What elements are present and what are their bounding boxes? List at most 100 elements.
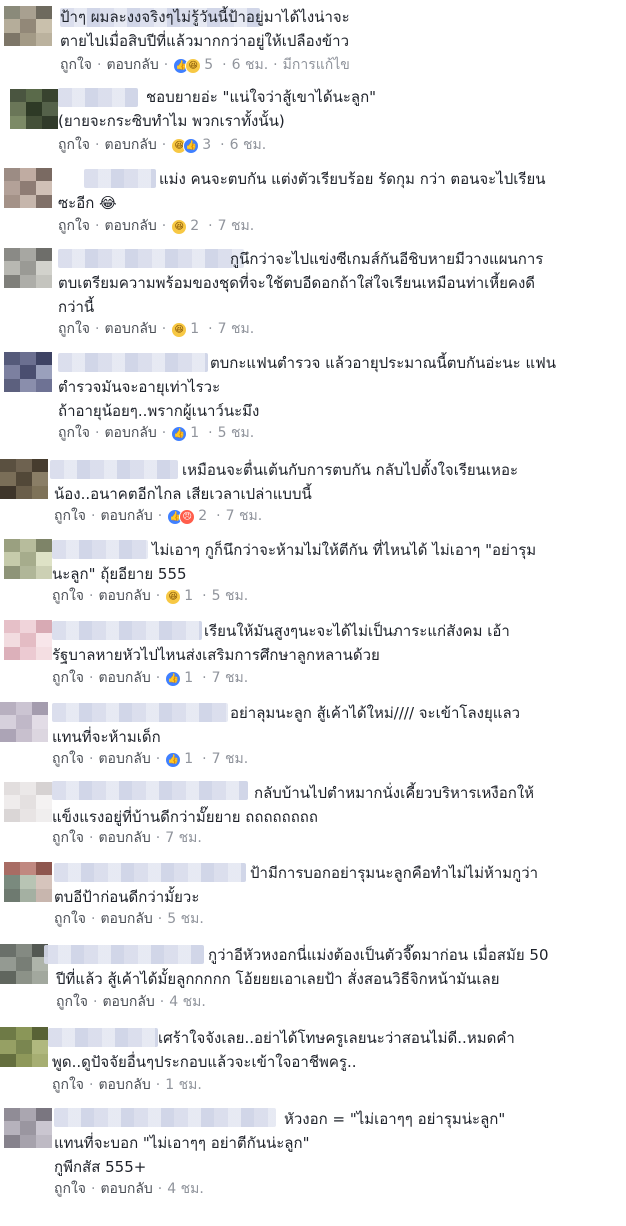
like-link[interactable]: ถูกใจ xyxy=(52,669,84,688)
avatar[interactable] xyxy=(0,459,48,499)
avatar[interactable] xyxy=(4,620,52,660)
comment-text-line: ป้ามีการบอกอย่ารุมนะลูกคือทำไม่ไม่ห้ามกู… xyxy=(250,864,539,882)
reply-link[interactable]: ตอบกลับ xyxy=(100,1180,152,1199)
reply-link[interactable]: ตอบกลับ xyxy=(104,136,156,155)
author-name-redacted[interactable] xyxy=(44,945,204,964)
avatar[interactable] xyxy=(10,89,58,129)
avatar[interactable] xyxy=(4,6,52,46)
avatar[interactable] xyxy=(4,248,52,288)
avatar[interactable] xyxy=(4,782,52,822)
author-name-redacted[interactable] xyxy=(58,249,244,268)
comment-text-line: ชอบยายอ่ะ "แน่ใจว่าสู้เขาได้นะลูก" xyxy=(146,88,377,106)
comment-text-line: แข็งแรงอยู่ที่บ้านดีกว่ามั๊ยยาย ถถถถถถถถ xyxy=(52,808,318,826)
separator-dot: · xyxy=(157,508,163,524)
comment-timestamp[interactable]: 5 ชม. xyxy=(167,910,204,929)
comment-timestamp[interactable]: 7 ชม. xyxy=(212,750,249,769)
reply-link[interactable]: ตอบกลับ xyxy=(106,56,158,75)
comment-text-line: แทนที่จะบอก "ไม่เอาๆๆ อย่าตีกันน่ะลูก" xyxy=(54,1134,310,1152)
author-name-redacted[interactable] xyxy=(52,703,228,722)
separator-dot: · xyxy=(161,218,167,234)
comment-timestamp[interactable]: 7 ชม. xyxy=(165,829,202,848)
reply-link[interactable]: ตอบกลับ xyxy=(104,424,156,443)
author-name-redacted[interactable] xyxy=(52,621,202,640)
avatar[interactable] xyxy=(4,1108,52,1148)
reactions-summary[interactable]: 👍 1 xyxy=(171,424,199,443)
reactions-summary[interactable]: 😆 1 xyxy=(165,587,193,606)
comment-timestamp[interactable]: 4 ชม. xyxy=(167,1180,204,1199)
avatar[interactable] xyxy=(0,944,48,984)
comment-timestamp[interactable]: 7 ชม. xyxy=(218,320,255,339)
like-link[interactable]: ถูกใจ xyxy=(52,829,84,848)
reactions-summary[interactable]: 😆 👍 3 xyxy=(171,136,211,155)
comment-actions: ถูกใจ · ตอบกลับ · 👍 😆 5 · 6 ชม. · มีการแก้ไข xyxy=(60,56,350,75)
author-name-redacted[interactable] xyxy=(54,1108,276,1127)
separator-dot: · xyxy=(89,670,94,686)
author-name-redacted[interactable] xyxy=(84,169,156,188)
reply-link[interactable]: ตอบกลับ xyxy=(98,669,150,688)
comment-actions: ถูกใจ · ตอบกลับ · 😆 👍 3 · 6 ชม. xyxy=(58,136,266,155)
like-link[interactable]: ถูกใจ xyxy=(58,424,90,443)
laughing-face-icon: 😆 xyxy=(185,57,202,74)
comment-timestamp[interactable]: 7 ชม. xyxy=(218,217,255,236)
comment-timestamp[interactable]: 6 ชม. xyxy=(230,136,267,155)
like-link[interactable]: ถูกใจ xyxy=(54,507,86,526)
reactions-summary[interactable]: 😆 1 xyxy=(171,320,199,339)
reactions-summary[interactable]: 👍 1 xyxy=(165,669,193,688)
comment-text-line: (ยายจะกระซิบทำไม พวกเราทั้งนั้น) xyxy=(58,112,285,130)
reply-link[interactable]: ตอบกลับ xyxy=(98,587,150,606)
separator-dot: · xyxy=(222,57,227,73)
author-name-redacted[interactable] xyxy=(54,863,246,882)
avatar[interactable] xyxy=(4,168,52,208)
like-link[interactable]: ถูกใจ xyxy=(54,910,86,929)
avatar[interactable] xyxy=(4,862,52,902)
author-name-redacted[interactable] xyxy=(58,353,208,372)
like-link[interactable]: ถูกใจ xyxy=(52,587,84,606)
author-name-redacted[interactable] xyxy=(58,88,138,107)
reactions-summary[interactable]: 😆 2 xyxy=(171,217,199,236)
avatar[interactable] xyxy=(0,702,48,742)
comment-timestamp[interactable]: 7 ชม. xyxy=(212,669,249,688)
comment-timestamp[interactable]: 1 ชม. xyxy=(165,1076,202,1095)
author-name-redacted[interactable] xyxy=(52,540,148,559)
avatar[interactable] xyxy=(4,352,52,392)
author-name-redacted[interactable] xyxy=(52,781,248,800)
comment-timestamp[interactable]: 4 ชม. xyxy=(169,993,206,1012)
reply-link[interactable]: ตอบกลับ xyxy=(102,993,154,1012)
like-link[interactable]: ถูกใจ xyxy=(60,56,92,75)
reactions-summary[interactable]: 👍 😠 2 xyxy=(167,507,207,526)
reply-link[interactable]: ตอบกลับ xyxy=(104,217,156,236)
like-link[interactable]: ถูกใจ xyxy=(58,136,90,155)
reply-link[interactable]: ตอบกลับ xyxy=(98,1076,150,1095)
like-link[interactable]: ถูกใจ xyxy=(54,1180,86,1199)
comment-actions: ถูกใจ · ตอบกลับ · 😆 1 · 7 ชม. xyxy=(58,320,254,339)
edited-label[interactable]: มีการแก้ไข xyxy=(283,56,350,75)
reply-link[interactable]: ตอบกลับ xyxy=(98,750,150,769)
reply-link[interactable]: ตอบกลับ xyxy=(104,320,156,339)
comment-timestamp[interactable]: 5 ชม. xyxy=(212,587,249,606)
reply-link[interactable]: ตอบกลับ xyxy=(100,507,152,526)
reactions-summary[interactable]: 👍 1 xyxy=(165,750,193,769)
reaction-count: 1 xyxy=(184,588,194,604)
author-name-redacted[interactable] xyxy=(50,460,178,479)
reply-link[interactable]: ตอบกลับ xyxy=(100,910,152,929)
like-link[interactable]: ถูกใจ xyxy=(58,320,90,339)
comment-actions: ถูกใจ · ตอบกลับ · 😆 2 · 7 ชม. xyxy=(58,217,254,236)
comment-timestamp[interactable]: 5 ชม. xyxy=(218,424,255,443)
thumbs-up-icon: 👍 xyxy=(171,425,188,442)
separator-dot: · xyxy=(95,137,100,153)
reactions-summary[interactable]: 👍 😆 5 xyxy=(173,56,213,75)
comment-text-line: ตบเตรียมความพร้อมของชุดที่จะใช้ตบอีดอกถ้… xyxy=(58,274,536,292)
separator-dot: · xyxy=(161,321,167,337)
avatar[interactable] xyxy=(0,1027,48,1067)
comment-timestamp[interactable]: 7 ชม. xyxy=(226,507,263,526)
like-link[interactable]: ถูกใจ xyxy=(56,993,88,1012)
reply-link[interactable]: ตอบกลับ xyxy=(98,829,150,848)
separator-dot: · xyxy=(202,588,207,604)
like-link[interactable]: ถูกใจ xyxy=(52,1076,84,1095)
like-link[interactable]: ถูกใจ xyxy=(58,217,90,236)
like-link[interactable]: ถูกใจ xyxy=(52,750,84,769)
comment-timestamp[interactable]: 6 ชม. xyxy=(232,56,269,75)
comment-text-line: พูด..ดูปัจจัยอื่นๆประกอบแล้วจะเข้าใจอาชี… xyxy=(52,1053,357,1071)
avatar[interactable] xyxy=(4,539,52,579)
author-name-redacted[interactable] xyxy=(48,1028,158,1047)
